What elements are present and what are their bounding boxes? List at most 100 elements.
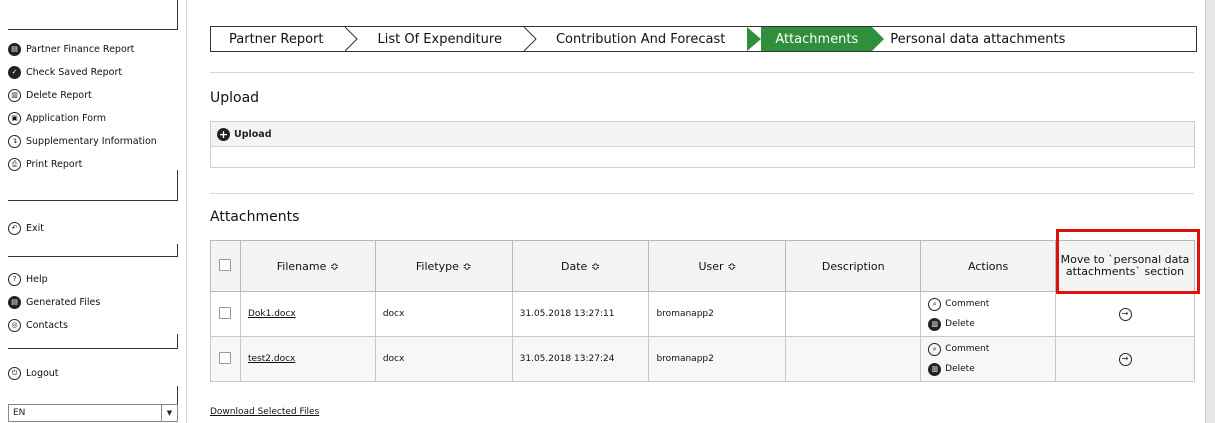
actions-cell: ⌕ Comment ▥ Delete xyxy=(920,291,1057,337)
delete-action[interactable]: ▥ Delete xyxy=(928,314,1048,334)
sidebar-item-help[interactable]: ? Help xyxy=(8,268,178,291)
sidebar-item-contacts[interactable]: ◎ Contacts xyxy=(8,314,178,337)
report-icon: ▤ xyxy=(8,43,21,56)
scrollbar[interactable] xyxy=(1205,0,1215,423)
filename-cell: test2.docx xyxy=(239,336,376,382)
sidebar-item-exit[interactable]: ↶ Exit xyxy=(8,217,178,240)
col-move-to-personal: Move to `personal data attachments` sect… xyxy=(1055,240,1195,292)
chevron-right-icon xyxy=(523,27,538,51)
user-cell: bromanapp2 xyxy=(648,291,787,337)
step-label: Contribution And Forecast xyxy=(555,31,726,47)
divider xyxy=(8,256,178,257)
sidebar-item-label: Application Form xyxy=(26,113,107,124)
move-cell: → xyxy=(1055,291,1195,337)
contacts-icon: ◎ xyxy=(8,319,21,332)
filename-cell: Dok1.docx xyxy=(239,291,376,337)
filename-link[interactable]: test2.docx xyxy=(248,354,295,364)
sidebar-exit-menu: ↶ Exit xyxy=(8,217,178,240)
description-cell xyxy=(785,336,922,382)
sidebar-item-generated-files[interactable]: ▤ Generated Files xyxy=(8,291,178,314)
table-header-row: Filename ≎ Filetype ≎ Date ≎ User ≎ Desc… xyxy=(210,240,1195,292)
chevron-right-icon xyxy=(345,27,359,51)
sidebar-item-application-form[interactable]: ▣ Application Form xyxy=(8,107,178,130)
sidebar-help-menu: ? Help ▤ Generated Files ◎ Contacts xyxy=(8,268,178,337)
sidebar-item-label: Help xyxy=(26,274,48,285)
row-select-cell xyxy=(210,336,241,382)
sidebar-item-delete-report[interactable]: ▥ Delete Report xyxy=(8,84,178,107)
files-icon: ▤ xyxy=(8,296,21,309)
arrow-right-circle-icon[interactable]: → xyxy=(1118,307,1132,321)
date-cell: 31.05.2018 13:27:24 xyxy=(511,336,650,382)
magnifier-icon: ⌕ xyxy=(928,297,942,311)
form-icon: ▣ xyxy=(8,112,21,125)
move-cell: → xyxy=(1055,336,1195,382)
check-icon: ✓ xyxy=(8,66,21,79)
actions-cell: ⌕ Comment ▥ Delete xyxy=(920,336,1057,382)
trash-icon: ▥ xyxy=(8,89,21,102)
col-actions: Actions xyxy=(920,240,1057,292)
delete-label: Delete xyxy=(945,364,975,374)
divider xyxy=(177,386,178,404)
arrow-right-circle-icon[interactable]: → xyxy=(1118,352,1132,366)
step-label: Personal data attachments xyxy=(890,31,1066,47)
sidebar-item-partner-finance-report[interactable]: ▤ Partner Finance Report xyxy=(8,38,178,61)
upload-title: Upload xyxy=(210,90,260,106)
sidebar-item-supplementary-information[interactable]: ↴ Supplementary Information xyxy=(8,130,178,153)
power-icon: ⏻ xyxy=(8,367,21,380)
breadcrumb: Partner Report List Of Expenditure Contr… xyxy=(210,26,1197,52)
col-date[interactable]: Date ≎ xyxy=(511,240,650,292)
step-attachments[interactable]: Attachments xyxy=(761,27,873,51)
filetype-cell: docx xyxy=(374,336,513,382)
comment-label: Comment xyxy=(945,344,990,354)
comment-action[interactable]: ⌕ Comment xyxy=(928,339,1048,359)
chevron-down-icon[interactable]: ▼ xyxy=(161,405,177,421)
filetype-cell: docx xyxy=(374,291,513,337)
filename-link[interactable]: Dok1.docx xyxy=(248,309,296,319)
select-all-checkbox[interactable] xyxy=(219,258,232,271)
select-all-cell xyxy=(210,240,241,292)
step-label: List Of Expenditure xyxy=(377,31,502,47)
language-select[interactable]: EN ▼ xyxy=(8,404,178,422)
comment-action[interactable]: ⌕ Comment xyxy=(928,294,1048,314)
sidebar-item-label: Print Report xyxy=(26,159,83,170)
sidebar-item-label: Generated Files xyxy=(26,297,101,308)
divider xyxy=(177,170,178,200)
sidebar: ▤ Partner Finance Report ✓ Check Saved R… xyxy=(0,0,187,423)
step-contribution-and-forecast[interactable]: Contribution And Forecast xyxy=(538,27,747,51)
step-label: Partner Report xyxy=(229,31,324,47)
user-cell: bromanapp2 xyxy=(648,336,787,382)
sidebar-item-print-report[interactable]: ⎙ Print Report xyxy=(8,153,178,176)
step-label: Attachments xyxy=(775,31,859,47)
language-value: EN xyxy=(13,408,26,418)
upload-panel: + Upload xyxy=(210,121,1195,168)
sidebar-item-label: Supplementary Information xyxy=(26,136,157,147)
row-checkbox[interactable] xyxy=(219,351,232,364)
sidebar-report-menu: ▤ Partner Finance Report ✓ Check Saved R… xyxy=(8,38,178,176)
divider xyxy=(210,72,1194,73)
sidebar-item-logout[interactable]: ⏻ Logout xyxy=(8,362,178,385)
divider xyxy=(8,200,178,201)
printer-icon: ⎙ xyxy=(8,158,21,171)
delete-action[interactable]: ▥ Delete xyxy=(928,359,1048,379)
step-personal-data-attachments[interactable]: Personal data attachments xyxy=(886,27,1087,51)
sidebar-item-label: Delete Report xyxy=(26,90,92,101)
comment-label: Comment xyxy=(945,299,990,309)
upload-button-label: Upload xyxy=(234,128,272,140)
sidebar-item-label: Check Saved Report xyxy=(26,67,123,78)
table-row: test2.docx docx 31.05.2018 13:27:24 brom… xyxy=(210,336,1195,382)
row-select-cell xyxy=(210,291,241,337)
col-filename[interactable]: Filename ≎ xyxy=(239,240,376,292)
upload-button[interactable]: + Upload xyxy=(211,122,1194,147)
plus-icon: + xyxy=(217,127,230,141)
divider xyxy=(210,193,1194,194)
sidebar-item-check-saved-report[interactable]: ✓ Check Saved Report xyxy=(8,61,178,84)
divider xyxy=(8,348,178,349)
step-partner-report[interactable]: Partner Report xyxy=(211,27,345,51)
col-user[interactable]: User ≎ xyxy=(648,240,787,292)
download-selected-files-link[interactable]: Download Selected Files xyxy=(210,407,319,417)
attachments-table: Filename ≎ Filetype ≎ Date ≎ User ≎ Desc… xyxy=(210,240,1195,382)
step-list-of-expenditure[interactable]: List Of Expenditure xyxy=(359,27,523,51)
row-checkbox[interactable] xyxy=(219,306,232,319)
col-filetype[interactable]: Filetype ≎ xyxy=(374,240,513,292)
date-cell: 31.05.2018 13:27:11 xyxy=(511,291,650,337)
